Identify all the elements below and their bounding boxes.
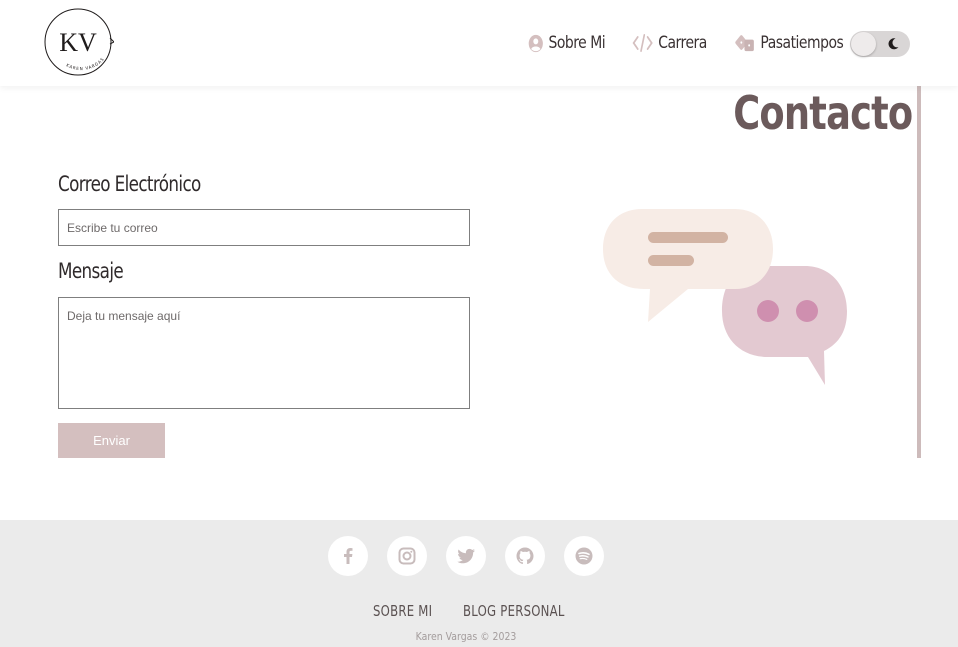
send-button[interactable]: Enviar — [58, 423, 165, 458]
nav-item-label: Sobre Mi — [548, 33, 606, 53]
instagram-link[interactable] — [387, 536, 427, 576]
theme-toggle[interactable] — [850, 31, 910, 57]
footer-link-blog-personal[interactable]: BLOG PERSONAL — [463, 602, 565, 620]
site-logo[interactable]: KV KAREN VARGAS — [44, 8, 115, 76]
nav-item-label: Carrera — [658, 33, 707, 53]
spotify-icon — [575, 547, 593, 565]
twitter-link[interactable] — [446, 536, 486, 576]
chat-bubbles-icon — [603, 209, 847, 385]
message-label: Mensaje — [58, 259, 124, 283]
email-field[interactable] — [58, 209, 470, 246]
nav-item-label: Pasatiempos — [760, 33, 844, 53]
twitter-icon — [457, 548, 475, 564]
github-icon — [516, 547, 534, 565]
email-label: Correo Electrónico — [58, 172, 201, 196]
nav-item-sobre-mi[interactable]: Sobre Mi — [528, 30, 606, 56]
user-circle-icon — [528, 34, 543, 52]
instagram-icon — [398, 547, 416, 565]
facebook-icon — [344, 548, 353, 564]
moon-icon — [888, 38, 899, 50]
logo-mark: KV KAREN VARGAS — [44, 8, 115, 76]
site-footer: SOBRE MI BLOG PERSONAL Karen Vargas © 20… — [0, 520, 958, 647]
theme-toggle-knob[interactable] — [851, 32, 876, 56]
nav-item-pasatiempos[interactable]: Pasatiempos — [735, 30, 844, 56]
github-link[interactable] — [505, 536, 545, 576]
logo-initials: KV — [59, 28, 97, 57]
facebook-link[interactable] — [328, 536, 368, 576]
section-divider — [917, 86, 921, 458]
message-textarea[interactable] — [58, 297, 470, 409]
logo-subtitle: KAREN VARGAS — [65, 56, 105, 71]
nav-item-carrera[interactable]: Carrera — [632, 30, 707, 56]
copyright-text: Karen Vargas © 2023 — [415, 630, 517, 643]
dice-icon — [735, 34, 754, 51]
site-header: KV KAREN VARGAS Sobre Mi Carrera Pasatie… — [0, 0, 958, 86]
spotify-link[interactable] — [564, 536, 604, 576]
footer-link-sobre-mi[interactable]: SOBRE MI — [373, 602, 432, 620]
page-title: Contacto — [733, 86, 913, 140]
code-icon — [632, 34, 653, 52]
